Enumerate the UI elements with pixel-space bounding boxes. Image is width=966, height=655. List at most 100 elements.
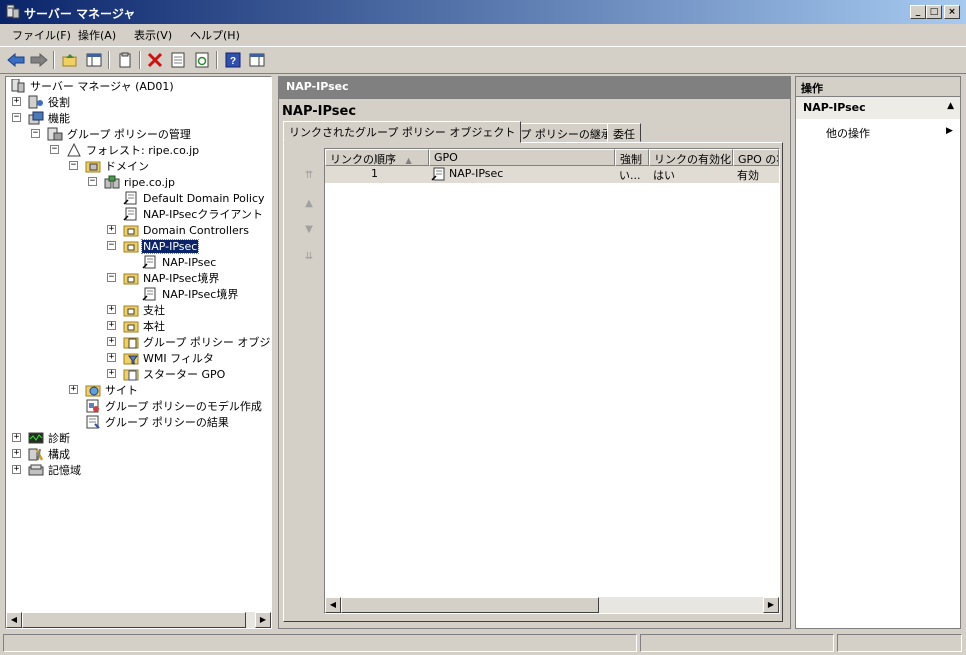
svg-text:?: ? <box>230 56 236 67</box>
tree-item-nap-ipsec-boundary-gpo-link[interactable]: NAP-IPsec境界 <box>142 286 239 302</box>
column-header-gpo-status[interactable]: GPO の状態 <box>733 149 779 166</box>
tree-item-nap-ipsec-client[interactable]: NAP-IPsecクライアント <box>123 206 264 222</box>
clipboard-icon[interactable] <box>115 50 135 70</box>
tree-item-domain[interactable]: ripe.co.jp <box>104 174 176 190</box>
tree-item-diagnostics[interactable]: 診断 <box>28 430 71 446</box>
toolbar-separator <box>108 51 110 69</box>
title-bar[interactable]: サーバー マネージャ _ □ × <box>0 0 966 24</box>
expand-icon[interactable]: + <box>107 321 116 330</box>
tree-horizontal-scrollbar[interactable]: ◀ ▶ <box>6 612 271 628</box>
gpo-link-icon <box>123 207 137 221</box>
collapse-icon[interactable]: − <box>69 161 78 170</box>
expand-icon[interactable]: + <box>12 97 21 106</box>
maximize-button[interactable]: □ <box>926 5 942 19</box>
actions-pane-header: 操作 <box>796 77 960 97</box>
properties-icon[interactable] <box>168 50 188 70</box>
tree-item-features[interactable]: 機能 <box>28 110 71 126</box>
status-pane-2 <box>640 634 834 652</box>
delete-icon[interactable] <box>145 50 165 70</box>
expand-icon[interactable]: + <box>12 465 21 474</box>
scroll-left-arrow-icon[interactable]: ◀ <box>6 612 22 628</box>
tree-item-nap-ipsec-boundary-ou[interactable]: NAP-IPsec境界 <box>123 270 220 286</box>
tree-item-forest[interactable]: フォレスト: ripe.co.jp <box>66 142 200 158</box>
move-down-icon[interactable]: ▼ <box>300 224 318 238</box>
expand-icon[interactable]: + <box>12 433 21 442</box>
table-row[interactable] <box>325 166 779 183</box>
menu-help[interactable]: ヘルプ(H) <box>184 27 246 43</box>
scrollbar-thumb[interactable] <box>341 597 599 613</box>
column-header-link-order[interactable]: リンクの順序 ▲ <box>325 149 429 166</box>
move-to-bottom-icon[interactable]: ⇊ <box>300 251 318 265</box>
move-to-top-icon[interactable]: ⇈ <box>300 170 318 184</box>
more-actions-item[interactable]: 他の操作 <box>826 125 870 141</box>
tree-item-default-domain-policy[interactable]: Default Domain Policy <box>123 190 266 206</box>
scrollbar-thumb[interactable] <box>22 612 246 628</box>
tree-item-group-policy-modeling[interactable]: グループ ポリシーのモデル作成 <box>85 398 263 414</box>
collapse-icon[interactable]: − <box>50 145 59 154</box>
expand-icon[interactable]: + <box>12 449 21 458</box>
collapse-icon[interactable]: − <box>12 113 21 122</box>
linked-gpo-list[interactable]: リンクの順序 ▲ GPO 強制 リンクの有効化 GPO の状態 1 NAP-IP… <box>324 148 780 614</box>
gpo-link-icon <box>142 255 156 269</box>
collapse-icon[interactable]: − <box>107 273 116 282</box>
actions-section-header[interactable]: NAP-IPsec ▲ <box>796 97 960 119</box>
scroll-right-arrow-icon[interactable]: ▶ <box>763 597 779 613</box>
move-up-icon[interactable]: ▲ <box>300 198 318 212</box>
console-tree[interactable]: サーバー マネージャ (AD01) + 役割 − 機能 − グループ ポリシーの… <box>5 76 272 629</box>
center-pane-header: NAP-IPsec <box>278 76 791 98</box>
expand-icon[interactable]: + <box>107 369 116 378</box>
domains-folder-icon <box>85 161 101 173</box>
domain-icon <box>104 175 120 189</box>
back-icon[interactable] <box>6 50 26 70</box>
menu-action[interactable]: 操作(A) <box>72 27 122 43</box>
minimize-button[interactable]: _ <box>910 5 926 19</box>
tree-item-storage[interactable]: 記憶域 <box>28 462 82 478</box>
show-hide-action-pane-icon[interactable] <box>247 50 267 70</box>
tree-item-roles[interactable]: 役割 <box>28 94 71 110</box>
tree-item-branch[interactable]: 支社 <box>123 302 166 318</box>
expand-icon[interactable]: + <box>107 305 116 314</box>
tab-delegation[interactable]: 委任 <box>607 123 641 142</box>
close-button[interactable]: × <box>944 5 960 19</box>
expand-icon[interactable]: + <box>107 225 116 234</box>
collapse-icon[interactable]: − <box>88 177 97 186</box>
menu-view[interactable]: 表示(V) <box>128 27 178 43</box>
tree-item-configuration[interactable]: 構成 <box>28 446 71 462</box>
menu-file[interactable]: ファイル(F) <box>6 27 77 43</box>
up-level-icon[interactable] <box>60 50 80 70</box>
collapse-section-icon[interactable]: ▲ <box>947 101 954 111</box>
gpo-link-icon <box>123 191 137 205</box>
expand-icon[interactable]: + <box>107 337 116 346</box>
tree-item-domains[interactable]: ドメイン <box>85 158 150 174</box>
tree-item-domain-controllers[interactable]: Domain Controllers <box>123 222 250 238</box>
tree-item-starter-gpos[interactable]: スターター GPO <box>123 366 226 382</box>
tree-item-nap-ipsec-ou[interactable]: NAP-IPsec <box>123 238 200 254</box>
expand-icon[interactable]: + <box>69 385 78 394</box>
column-header-enforced[interactable]: 強制 <box>615 149 649 166</box>
refresh-icon[interactable] <box>192 50 212 70</box>
help-icon[interactable]: ? <box>223 50 243 70</box>
ou-folder-icon <box>123 241 139 253</box>
scroll-left-arrow-icon[interactable]: ◀ <box>325 597 341 613</box>
toolbar: ? <box>0 46 966 74</box>
forward-icon[interactable] <box>29 50 49 70</box>
column-header-gpo[interactable]: GPO <box>429 149 615 166</box>
column-header-link-enabled[interactable]: リンクの有効化 <box>649 149 733 166</box>
tree-item-sites[interactable]: サイト <box>85 382 139 398</box>
tree-item-headquarters[interactable]: 本社 <box>123 318 166 334</box>
tree-item-nap-ipsec-gpo-link[interactable]: NAP-IPsec <box>142 254 217 270</box>
collapse-icon[interactable]: − <box>107 241 116 250</box>
tree-item-group-policy-management[interactable]: グループ ポリシーの管理 <box>47 126 192 142</box>
tab-linked-gpos[interactable]: リンクされたグループ ポリシー オブジェクト <box>283 121 522 143</box>
scroll-right-arrow-icon[interactable]: ▶ <box>255 612 271 628</box>
tree-item-group-policy-results[interactable]: グループ ポリシーの結果 <box>85 414 230 430</box>
collapse-icon[interactable]: − <box>31 129 40 138</box>
tree-item-server-manager[interactable]: サーバー マネージャ (AD01) <box>10 78 175 94</box>
gpo-link-icon <box>431 167 445 181</box>
server-manager-icon <box>11 79 25 93</box>
tree-item-wmi-filters[interactable]: WMI フィルタ <box>123 350 215 366</box>
expand-icon[interactable]: + <box>107 353 116 362</box>
tree-item-group-policy-objects[interactable]: グループ ポリシー オブジェクト <box>123 334 271 350</box>
show-hide-tree-icon[interactable] <box>84 50 104 70</box>
list-horizontal-scrollbar[interactable]: ◀ ▶ <box>325 597 779 613</box>
